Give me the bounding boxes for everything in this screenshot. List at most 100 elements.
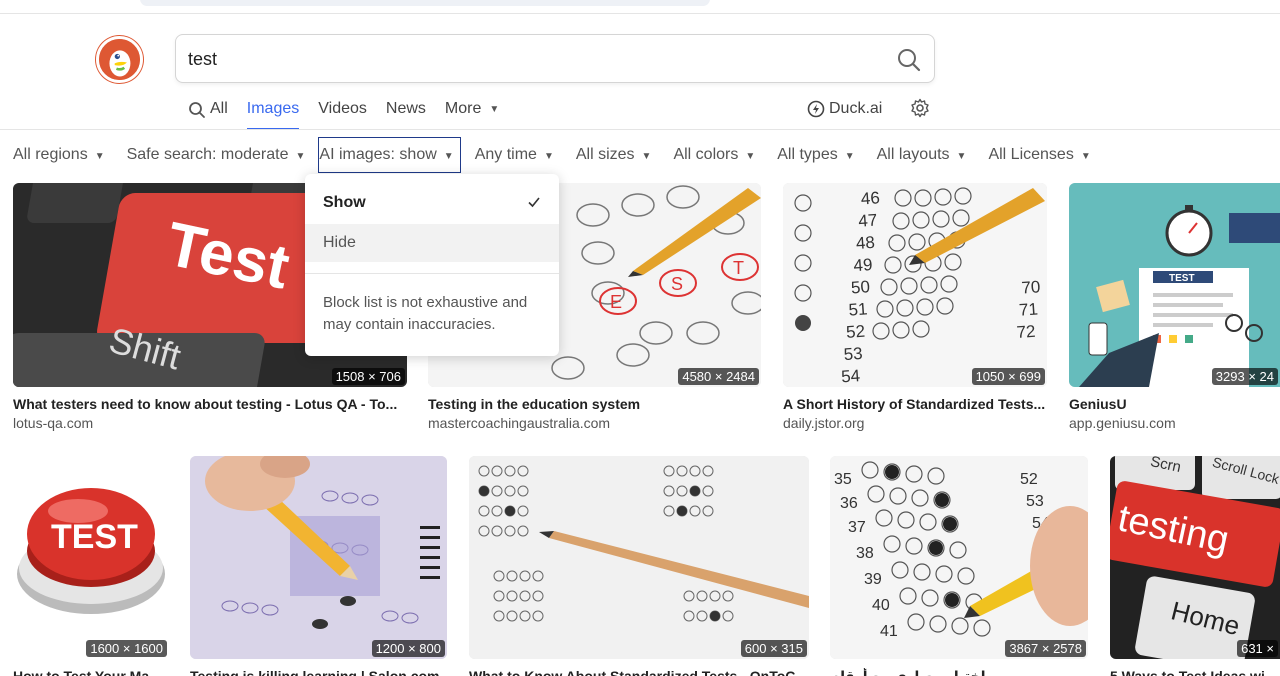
image-result-title[interactable]: 5 Ways to Test Ideas with... (1110, 668, 1280, 676)
image-result-caption: GeniusU app.geniusu.com (1069, 396, 1280, 431)
filter-types[interactable]: All types ▼ (777, 137, 854, 173)
search-type-tabs: All Images Videos News More ▼ (188, 92, 518, 130)
image-result-thumbnail[interactable]: TEST 1600 × 1600 (13, 456, 169, 659)
dropdown-option-show[interactable]: Show (305, 184, 559, 222)
sheet-number: 72 (1016, 322, 1036, 342)
dropdown-option-hide[interactable]: Hide (305, 224, 559, 262)
caret-down-icon: ▼ (295, 150, 306, 162)
tab-more-label: More (444, 100, 482, 117)
filter-ai-images-label: AI images: show (319, 146, 437, 163)
sheet-number: 41 (880, 623, 898, 640)
filter-layouts-label: All layouts (876, 146, 950, 163)
image-result-thumbnail[interactable]: 600 × 315 (469, 456, 809, 659)
filter-layouts[interactable]: All layouts ▼ (877, 137, 967, 173)
filter-bar: All regions ▼ Safe search: moderate ▼ AI i… (13, 137, 1113, 173)
sheet-number: 50 (850, 277, 870, 297)
duckduckgo-logo[interactable] (96, 36, 143, 83)
address-bar-fragment (140, 0, 710, 6)
image-dimensions: 3867 × 2578 (1005, 640, 1086, 657)
gear-icon[interactable] (910, 98, 930, 118)
filter-regions[interactable]: All regions ▼ (13, 137, 105, 173)
browser-top-strip (0, 0, 1280, 14)
duck-ai-icon (807, 100, 825, 118)
answer-letter-s: S (671, 274, 683, 294)
caret-down-icon: ▼ (844, 150, 855, 162)
image-result-caption: Testing is killing learning | Salon.com (190, 668, 447, 676)
image-result-thumbnail[interactable]: 46 47 48 49 50 51 52 53 54 70 71 72 1050… (783, 183, 1047, 387)
sheet-number: 47 (858, 210, 878, 230)
sheet-number: 36 (840, 495, 858, 512)
caret-down-icon: ▼ (1080, 150, 1091, 162)
image-result-domain[interactable]: daily.jstor.org (783, 415, 1047, 431)
image-result-domain[interactable]: mastercoachingaustralia.com (428, 415, 761, 431)
caret-down-icon: ▼ (543, 150, 554, 162)
filter-licenses-label: All Licenses (988, 146, 1074, 163)
sheet-number: 39 (864, 571, 882, 588)
image-result-title[interactable]: GeniusU (1069, 396, 1280, 412)
image-dimensions: 1600 × 1600 (86, 640, 167, 657)
image-result-caption: 5 Ways to Test Ideas with... (1110, 668, 1280, 676)
image-result-domain[interactable]: app.geniusu.com (1069, 415, 1280, 431)
sheet-number: 46 (860, 188, 880, 208)
image-result-caption: How to Test Your Ma... (13, 668, 169, 676)
filter-colors[interactable]: All colors ▼ (673, 137, 755, 173)
sheet-number: 54 (841, 366, 861, 386)
tab-more[interactable]: More ▼ (445, 92, 499, 130)
caret-down-icon: ▼ (956, 150, 967, 162)
sheet-number: 70 (1021, 277, 1041, 297)
filter-time[interactable]: Any time ▼ (475, 137, 554, 173)
image-result-thumbnail[interactable]: Scrn Scroll Lock testing Home 631 × (1110, 456, 1280, 659)
image-result-title[interactable]: What to Know About Standardized Tests - … (469, 668, 809, 676)
image-result-title[interactable]: Testing is killing learning | Salon.com (190, 668, 447, 676)
tab-videos-label: Videos (318, 100, 367, 117)
image-result-thumbnail[interactable]: 1200 × 800 (190, 456, 447, 659)
image-dimensions: 631 × (1237, 640, 1278, 657)
image-result-title[interactable]: How to Test Your Ma... (13, 668, 169, 676)
answer-letter-e: E (610, 292, 622, 312)
search-icon[interactable] (896, 47, 922, 73)
sheet-number: 51 (848, 299, 868, 319)
sheet-number: 52 (1020, 471, 1038, 488)
tab-images-label: Images (246, 100, 300, 117)
filter-ai-images[interactable]: AI images: show ▼ (318, 137, 461, 173)
image-dimensions: 1050 × 699 (971, 368, 1045, 385)
image-result-thumbnail[interactable]: TEST 3293 × 24 (1069, 183, 1280, 387)
image-dimensions: 4580 × 2484 (678, 368, 759, 385)
tab-videos[interactable]: Videos (318, 92, 367, 130)
filter-time-label: Any time (474, 146, 537, 163)
image-result-thumbnail[interactable]: 35 36 37 38 39 40 41 52 53 54 3867 × 257… (830, 456, 1088, 659)
caret-down-icon: ▼ (745, 150, 756, 162)
duck-ai-link[interactable]: Duck.ai (807, 100, 882, 118)
search-box (175, 34, 935, 83)
image-result-caption: Testing in the education system masterco… (428, 396, 761, 431)
filter-licenses[interactable]: All Licenses ▼ (988, 137, 1090, 173)
image-result-title[interactable]: What testers need to know about testing … (13, 396, 407, 412)
sheet-number: 49 (853, 255, 873, 275)
sheet-number: 53 (1026, 493, 1044, 510)
tab-images[interactable]: Images (246, 92, 300, 130)
search-input[interactable] (188, 46, 868, 72)
image-result-domain[interactable]: lotus-qa.com (13, 415, 407, 431)
image-dimensions: 1508 × 706 (331, 368, 405, 385)
image-result-caption: اختبار معياري مع أرقام... (830, 668, 1088, 676)
caret-down-icon: ▼ (94, 150, 105, 162)
checkmark-icon (528, 197, 540, 208)
tab-all[interactable]: All (188, 92, 228, 130)
tab-news[interactable]: News (386, 92, 426, 130)
filter-safe-search-label: Safe search: moderate (126, 146, 289, 163)
clipboard-header-text: TEST (1169, 273, 1195, 284)
dropdown-option-show-label: Show (323, 194, 366, 211)
filter-sizes[interactable]: All sizes ▼ (576, 137, 652, 173)
image-result-title[interactable]: A Short History of Standardized Tests... (783, 396, 1047, 412)
answer-letter-t: T (733, 258, 744, 278)
image-result-caption: What testers need to know about testing … (13, 396, 407, 431)
filter-regions-label: All regions (13, 146, 88, 163)
caret-down-icon: ▼ (489, 104, 500, 115)
sheet-number: 53 (843, 344, 863, 364)
filter-types-label: All types (777, 146, 838, 163)
filter-safe-search[interactable]: Safe search: moderate ▼ (127, 137, 306, 173)
image-result-title[interactable]: Testing in the education system (428, 396, 761, 412)
image-result-title[interactable]: اختبار معياري مع أرقام... (830, 668, 1088, 676)
caret-down-icon: ▼ (443, 150, 454, 162)
tab-news-label: News (385, 100, 426, 117)
